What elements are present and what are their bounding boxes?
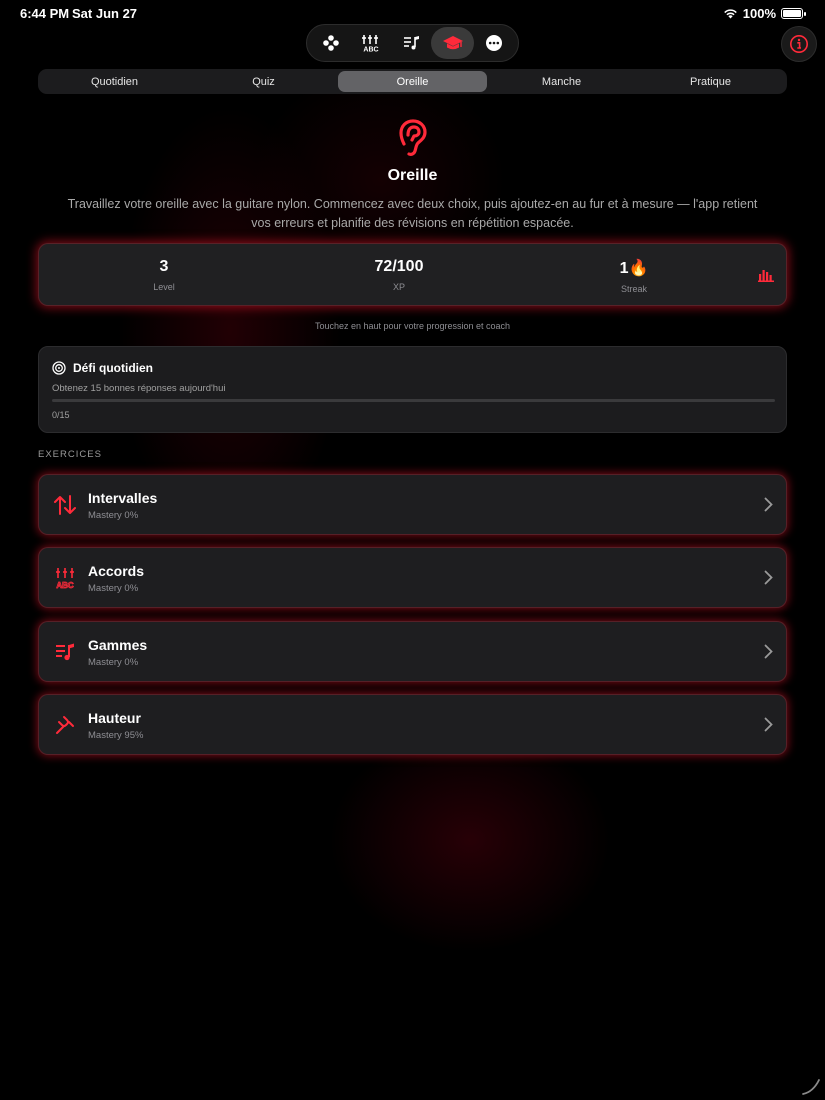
stat-level: 3 Level: [104, 258, 224, 292]
stats-card[interactable]: 3 Level 72/100 XP 1🔥 Streak: [38, 243, 787, 306]
exercise-gammes[interactable]: Gammes Mastery 0%: [38, 621, 787, 682]
tab-quiz[interactable]: Quiz: [189, 71, 338, 92]
stat-xp: 72/100 XP: [339, 258, 459, 292]
graduation-cap-icon[interactable]: [431, 27, 474, 59]
ear-icon: [399, 119, 427, 156]
xp-label: XP: [392, 282, 405, 292]
wifi-icon: [723, 9, 737, 19]
info-icon: [790, 35, 808, 53]
challenge-count: 0/15: [52, 410, 70, 420]
tab-manche[interactable]: Manche: [487, 71, 636, 92]
challenge-subtitle: Obtenez 15 bonnes réponses aujourd'hui: [52, 383, 226, 394]
chords-icon: ABC: [52, 565, 78, 591]
exercise-intervalles[interactable]: Intervalles Mastery 0%: [38, 474, 787, 535]
exercise-mastery: Mastery 0%: [88, 583, 139, 594]
chevron-right-icon: [764, 497, 773, 512]
chevron-right-icon: [764, 717, 773, 732]
tab-pratique[interactable]: Pratique: [636, 71, 785, 92]
exercise-title: Accords: [88, 563, 145, 579]
tab-quotidien[interactable]: Quotidien: [40, 71, 189, 92]
exercise-title: Hauteur: [88, 710, 141, 726]
arrows-up-down-icon: [52, 492, 78, 518]
battery-percent: 100%: [742, 6, 776, 21]
status-right: 100%: [723, 6, 806, 21]
page-title: Oreille: [387, 167, 438, 184]
chevron-right-icon: [764, 644, 773, 659]
daily-challenge-card[interactable]: Défi quotidien Obtenez 15 bonnes réponse…: [38, 346, 787, 433]
mode-tabs: Quotidien Quiz Oreille Manche Pratique: [38, 69, 787, 94]
gamepad-icon[interactable]: [311, 27, 351, 59]
svg-text:ABC: ABC: [56, 581, 74, 589]
chords-icon[interactable]: ABC: [351, 27, 391, 59]
level-label: Level: [153, 282, 175, 292]
stat-streak: 1🔥 Streak: [574, 258, 694, 294]
exercises-section-header: EXERCICES: [38, 449, 102, 460]
battery-icon: [781, 8, 806, 19]
scales-icon: [52, 639, 78, 665]
exercise-title: Gammes: [88, 637, 148, 653]
exercise-accords[interactable]: ABC Accords Mastery 0%: [38, 547, 787, 608]
status-date: Sat Jun 27: [72, 6, 138, 21]
exercise-mastery: Mastery 95%: [88, 730, 144, 741]
level-value: 3: [159, 258, 169, 275]
challenge-progress-bar: [52, 399, 775, 402]
exercise-title: Intervalles: [88, 490, 158, 506]
status-time: 6:44 PM: [20, 6, 70, 21]
tab-oreille[interactable]: Oreille: [338, 71, 487, 92]
target-icon: [52, 361, 66, 375]
exercise-mastery: Mastery 0%: [88, 657, 139, 668]
streak-label: Streak: [620, 284, 647, 294]
tuning-fork-icon: [52, 712, 78, 738]
chart-bar-icon[interactable]: [758, 268, 774, 282]
challenge-title: Défi quotidien: [73, 361, 153, 375]
challenge-header: Défi quotidien: [52, 361, 153, 375]
exercise-mastery: Mastery 0%: [88, 510, 139, 521]
exercise-hauteur[interactable]: Hauteur Mastery 95%: [38, 694, 787, 755]
xp-value: 72/100: [374, 258, 424, 275]
streak-value: 1🔥: [619, 260, 649, 277]
chevron-right-icon: [764, 570, 773, 585]
page-description: Travaillez votre oreille avec la guitare…: [67, 197, 758, 230]
resize-handle-icon[interactable]: [801, 1076, 821, 1096]
svg-text:ABC: ABC: [363, 47, 378, 53]
top-nav: ABC: [306, 24, 519, 62]
more-icon[interactable]: [474, 27, 514, 59]
status-bar: 6:44 PM Sat Jun 27 100%: [0, 0, 825, 26]
scales-icon[interactable]: [391, 27, 431, 59]
info-button[interactable]: [781, 26, 817, 62]
progress-hint: Touchez en haut pour votre progression e…: [314, 321, 511, 331]
